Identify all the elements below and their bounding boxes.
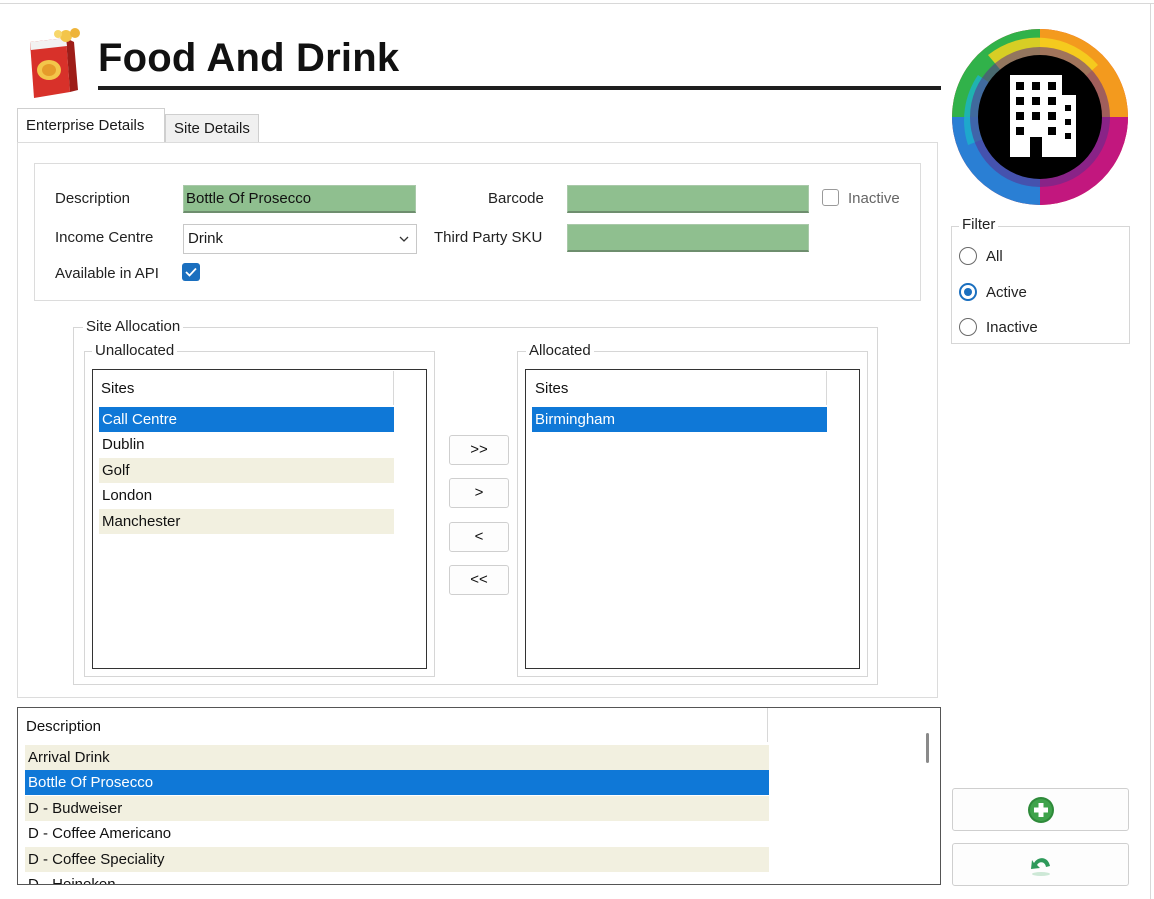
income-centre-select[interactable]: Drink <box>183 224 417 254</box>
filter-group <box>951 226 1130 344</box>
table-row[interactable]: Arrival Drink <box>25 745 769 770</box>
items-grid[interactable]: Description Arrival Drink Bottle Of Pros… <box>17 707 941 885</box>
add-button-action[interactable] <box>952 788 1129 831</box>
table-row[interactable]: D - Coffee Americano <box>25 821 769 846</box>
tab-label: Enterprise Details <box>26 117 145 134</box>
income-centre-label: Income Centre <box>55 229 154 246</box>
list-item[interactable]: Call Centre <box>99 407 394 432</box>
plus-circle-icon <box>1027 797 1054 823</box>
tab-enterprise-details[interactable]: Enterprise Details <box>17 108 165 142</box>
filter-active-radio[interactable] <box>959 283 977 301</box>
remove-button[interactable]: < <box>449 522 509 552</box>
third-party-sku-label: Third Party SKU <box>434 229 543 246</box>
window-right-border <box>1150 3 1151 899</box>
grid-column-header[interactable]: Description <box>26 718 101 735</box>
list-item[interactable]: Dublin <box>99 432 394 457</box>
window-top-border <box>0 3 1154 4</box>
table-row[interactable]: D - Heineken <box>25 872 769 884</box>
income-centre-value: Drink <box>188 230 224 247</box>
filter-title: Filter <box>959 216 999 233</box>
chevron-down-icon <box>399 236 409 242</box>
site-allocation-title: Site Allocation <box>83 318 184 335</box>
barcode-field[interactable] <box>567 185 809 213</box>
third-party-sku-field[interactable] <box>567 224 809 252</box>
grid-scrollbar-thumb[interactable] <box>926 733 929 763</box>
remove-all-button[interactable]: << <box>449 565 509 595</box>
list-item[interactable]: Birmingham <box>532 407 827 432</box>
filter-active-label: Active <box>986 284 1027 301</box>
description-field[interactable]: Bottle Of Prosecco <box>183 185 416 213</box>
barcode-label: Barcode <box>488 190 544 207</box>
building-icon <box>948 25 1132 209</box>
filter-inactive-radio[interactable] <box>959 318 977 336</box>
inactive-checkbox[interactable] <box>822 189 839 206</box>
available-api-checkbox[interactable] <box>182 263 200 281</box>
filter-inactive-label: Inactive <box>986 319 1038 336</box>
table-row[interactable]: D - Budweiser <box>25 796 769 821</box>
list-item[interactable]: Manchester <box>99 509 394 534</box>
column-separator <box>826 371 827 405</box>
page-title: Food And Drink <box>98 36 400 80</box>
unallocated-column-header[interactable]: Sites <box>101 380 134 397</box>
add-all-button[interactable]: >> <box>449 435 509 465</box>
filter-all-label: All <box>986 248 1003 265</box>
column-separator <box>767 708 768 742</box>
table-row[interactable]: Bottle Of Prosecco <box>25 770 769 795</box>
inactive-label: Inactive <box>848 190 900 207</box>
list-item[interactable]: Golf <box>99 458 394 483</box>
available-api-label: Available in API <box>55 265 159 282</box>
title-underline <box>98 86 941 90</box>
snack-bag-icon <box>22 28 84 100</box>
allocated-column-header[interactable]: Sites <box>535 380 568 397</box>
checkmark-icon <box>185 267 197 277</box>
add-button[interactable]: > <box>449 478 509 508</box>
tab-site-details[interactable]: Site Details <box>165 114 259 142</box>
undo-arrow-icon <box>1030 858 1050 876</box>
undo-button[interactable] <box>952 843 1129 886</box>
allocated-title: Allocated <box>526 342 594 359</box>
tab-label: Site Details <box>174 120 250 137</box>
unallocated-title: Unallocated <box>92 342 178 359</box>
column-separator <box>393 371 394 405</box>
table-row[interactable]: D - Coffee Speciality <box>25 847 769 872</box>
description-label: Description <box>55 190 131 207</box>
list-item[interactable]: London <box>99 483 394 508</box>
filter-all-radio[interactable] <box>959 247 977 265</box>
